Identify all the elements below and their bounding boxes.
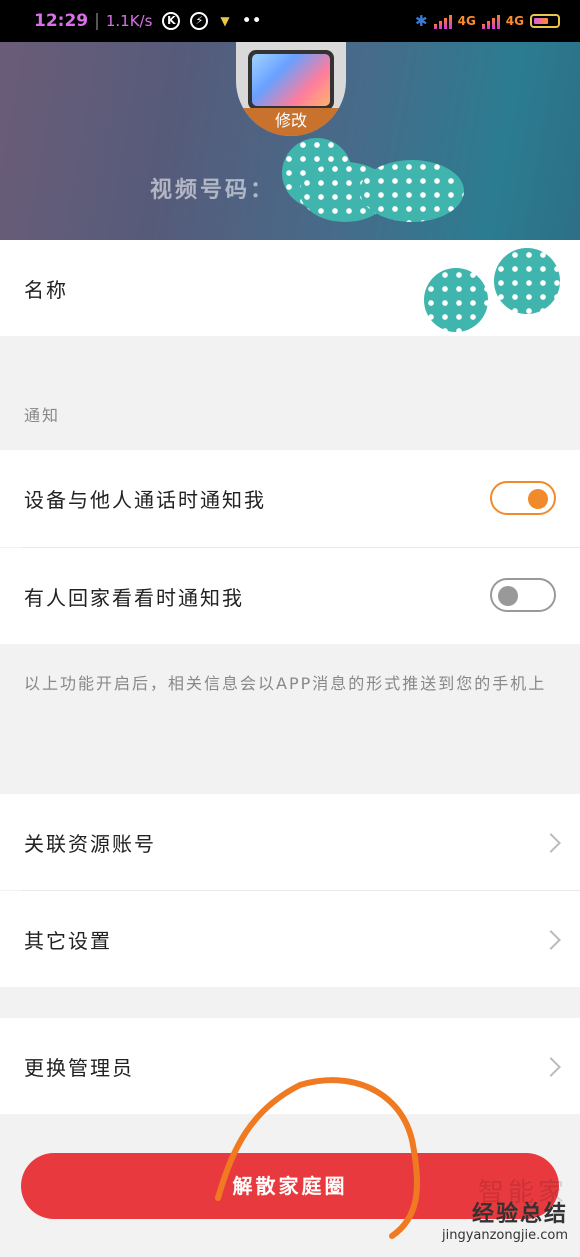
status-network-speed: 1.1K/s	[105, 12, 153, 30]
watermark-faint-text: 智能家	[477, 1178, 568, 1208]
shield-icon: ⚡	[190, 12, 209, 30]
notify-call-label: 设备与他人通话时通知我	[24, 488, 266, 512]
notification-section-title: 通知	[24, 406, 61, 425]
notify-call-row: 设备与他人通话时通知我	[0, 450, 580, 547]
notify-visit-label: 有人回家看看时通知我	[24, 586, 244, 610]
status-separator: |	[94, 11, 100, 31]
redaction-blob	[360, 160, 464, 222]
linked-account-row[interactable]: 关联资源账号	[0, 794, 580, 890]
other-settings-label: 其它设置	[24, 929, 112, 953]
watermark: 智能家 经验总结 jingyanzongjie.com	[441, 1178, 568, 1243]
signal-icon-2	[481, 13, 500, 29]
notify-visit-toggle[interactable]	[490, 578, 556, 612]
linked-account-label: 关联资源账号	[24, 832, 156, 856]
tablet-device-icon	[248, 50, 334, 110]
notify-visit-row: 有人回家看看时通知我	[0, 548, 580, 644]
k-app-icon: K	[162, 12, 181, 30]
chevron-right-icon	[541, 930, 561, 950]
signal-icon-1	[433, 13, 452, 29]
device-avatar[interactable]: 修改	[236, 42, 346, 136]
battery-icon	[530, 14, 560, 28]
chevron-right-icon	[541, 833, 561, 853]
redaction-blob	[424, 268, 488, 332]
notify-call-toggle[interactable]	[490, 481, 556, 515]
change-admin-row[interactable]: 更换管理员	[0, 1018, 580, 1114]
more-dots-icon: ••	[241, 11, 262, 31]
bluetooth-icon: ✱	[415, 12, 428, 30]
status-time: 12:29	[34, 11, 89, 31]
name-row[interactable]: 名称	[0, 240, 580, 336]
name-label: 名称	[24, 278, 68, 302]
device-header: 修改 视频号码：	[0, 42, 580, 240]
notification-note: 以上功能开启后，相关信息会以APP消息的形式推送到您的手机上	[24, 674, 547, 693]
network-type-2: 4G	[505, 14, 524, 28]
other-settings-row[interactable]: 其它设置	[0, 891, 580, 987]
chevron-right-icon	[541, 1057, 561, 1077]
wifi-icon: ▼	[220, 14, 230, 28]
change-admin-label: 更换管理员	[24, 1056, 134, 1080]
status-right-group: ✱ 4G 4G	[415, 12, 560, 30]
status-bar: 12:29 | 1.1K/s K ⚡ ▼ •• ✱ 4G 4G	[0, 0, 580, 42]
network-type-1: 4G	[457, 14, 476, 28]
redaction-blob	[494, 248, 560, 314]
watermark-url: jingyanzongjie.com	[441, 1228, 568, 1243]
edit-avatar-button[interactable]: 修改	[236, 108, 346, 136]
video-id-label: 视频号码：	[150, 178, 276, 203]
